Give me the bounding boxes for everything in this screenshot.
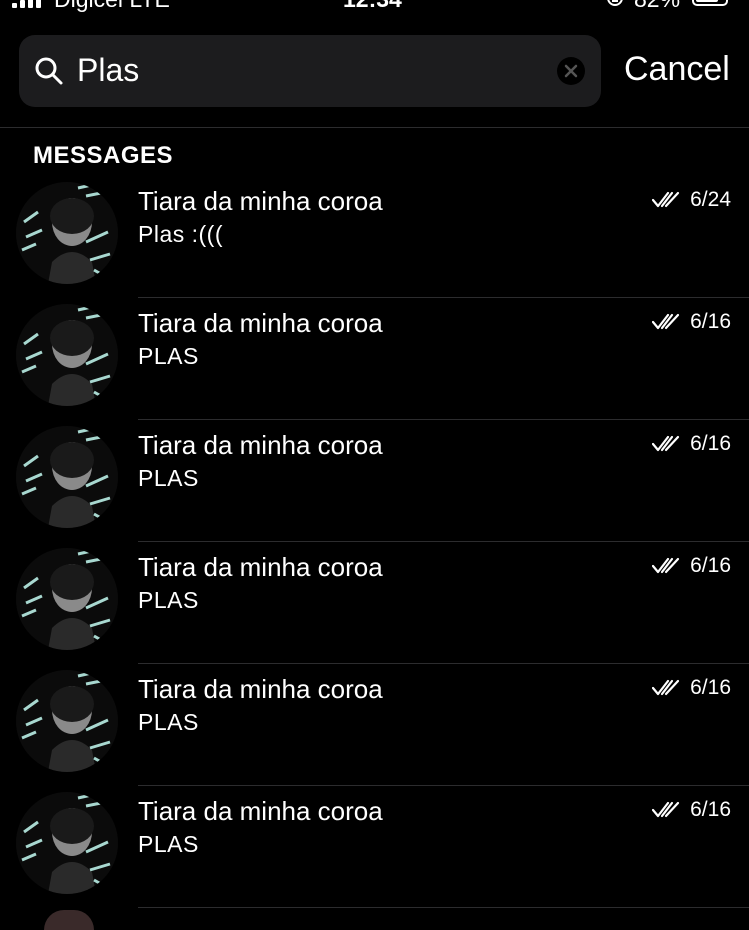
avatar — [16, 548, 118, 650]
contact-name: Tiara da minha coroa — [138, 552, 383, 582]
message-result-row[interactable]: Tiara da minha coroa PLAS 6/16 — [0, 542, 749, 664]
message-result-row[interactable]: Tiara da minha coroa PLAS 6/16 — [0, 786, 749, 908]
message-snippet: PLAS — [138, 343, 199, 369]
avatar — [16, 304, 118, 406]
contact-name: Tiara da minha coroa — [138, 430, 383, 460]
avatar — [16, 182, 118, 284]
message-date: 6/16 — [690, 432, 731, 455]
double-check-icon — [652, 801, 680, 818]
battery-icon — [692, 0, 728, 6]
message-date: 6/16 — [690, 310, 731, 333]
message-snippet: PLAS — [138, 465, 199, 491]
message-meta: 6/24 — [652, 188, 731, 212]
message-meta: 6/16 — [652, 432, 731, 456]
message-results-list: Tiara da minha coroa Plas :((( 6/24 Tiar — [0, 176, 749, 908]
avatar — [44, 910, 94, 930]
clock: 12:34 — [343, 0, 402, 13]
message-result-row[interactable]: Tiara da minha coroa PLAS 6/16 — [0, 298, 749, 420]
divider — [0, 127, 749, 128]
message-date: 6/16 — [690, 554, 731, 577]
contact-name: Tiara da minha coroa — [138, 796, 383, 826]
message-snippet: Plas :((( — [138, 221, 223, 247]
double-check-icon — [652, 557, 680, 574]
search-icon — [35, 57, 63, 85]
contact-name: Tiara da minha coroa — [138, 308, 383, 338]
message-meta: 6/16 — [652, 310, 731, 334]
message-meta: 6/16 — [652, 676, 731, 700]
section-header-messages: MESSAGES — [33, 142, 174, 169]
contact-name: Tiara da minha coroa — [138, 674, 383, 704]
message-meta: 6/16 — [652, 798, 731, 822]
message-result-row[interactable]: Tiara da minha coroa PLAS 6/16 — [0, 664, 749, 786]
message-meta: 6/16 — [652, 554, 731, 578]
carrier-label: Digicel LTE — [54, 0, 170, 13]
avatar — [16, 426, 118, 528]
avatar — [16, 670, 118, 772]
rotation-lock-icon — [607, 0, 623, 6]
clear-search-icon[interactable] — [557, 57, 585, 85]
signal-strength-icon — [12, 0, 41, 8]
message-date: 6/24 — [690, 188, 731, 211]
search-bar[interactable] — [19, 35, 601, 107]
contact-name: Tiara da minha coroa — [138, 186, 383, 216]
message-snippet: PLAS — [138, 709, 199, 735]
double-check-icon — [652, 313, 680, 330]
double-check-icon — [652, 191, 680, 208]
double-check-icon — [652, 435, 680, 452]
search-input[interactable] — [77, 47, 547, 93]
battery-percent: 82% — [634, 0, 680, 13]
cancel-button[interactable]: Cancel — [624, 50, 730, 89]
row-divider — [138, 907, 749, 908]
message-result-row[interactable]: Tiara da minha coroa Plas :((( 6/24 — [0, 176, 749, 298]
status-bar: Digicel LTE 12:34 82% — [0, 0, 749, 14]
double-check-icon — [652, 679, 680, 696]
message-result-row[interactable]: Tiara da minha coroa PLAS 6/16 — [0, 420, 749, 542]
message-snippet: PLAS — [138, 831, 199, 857]
message-date: 6/16 — [690, 676, 731, 699]
message-snippet: PLAS — [138, 587, 199, 613]
message-date: 6/16 — [690, 798, 731, 821]
avatar — [16, 792, 118, 894]
